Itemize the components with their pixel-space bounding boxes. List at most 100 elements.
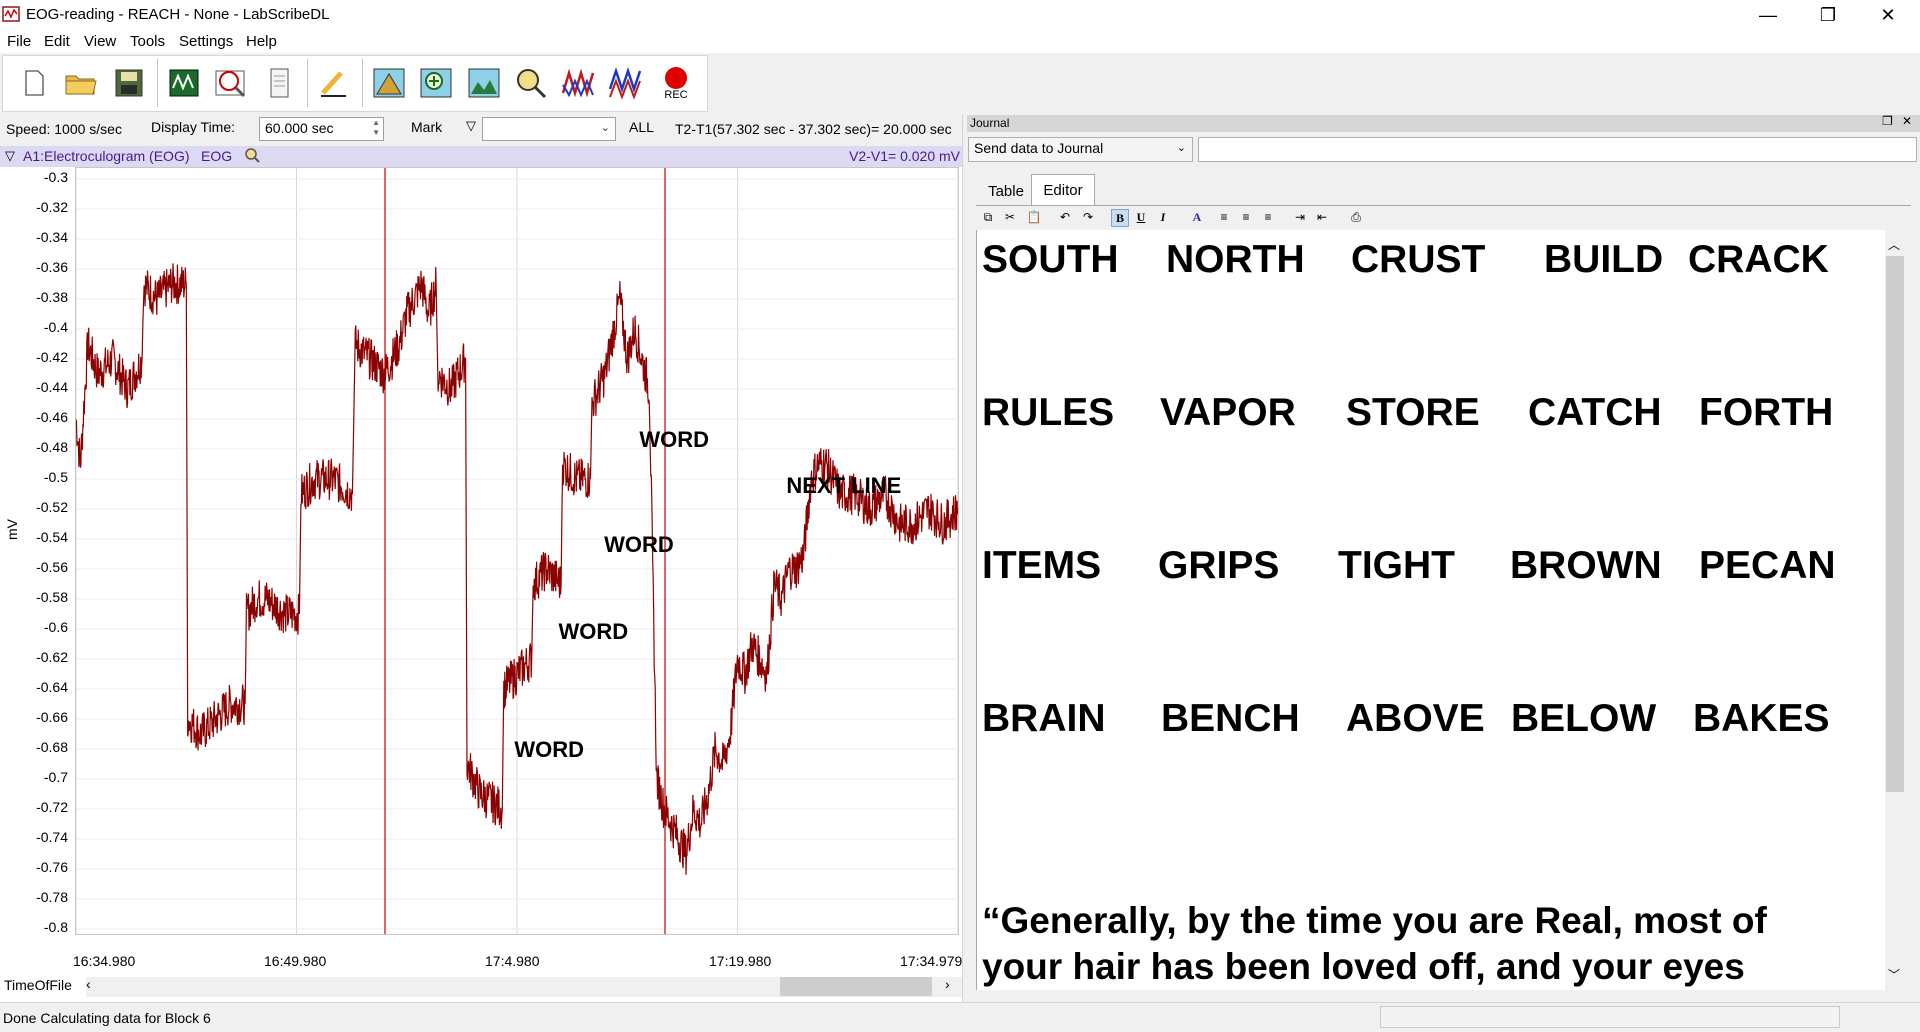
journal-word: TIGHT xyxy=(1338,544,1455,587)
landscape-icon[interactable] xyxy=(465,64,503,102)
menu-file[interactable]: File xyxy=(7,33,31,50)
journal-word: BENCH xyxy=(1161,697,1300,740)
scroll-left-icon[interactable]: ‹ xyxy=(86,976,91,992)
menu-bar xyxy=(0,30,1920,53)
y-tick-label: -0.38 xyxy=(36,289,68,305)
maximize-button[interactable]: ❐ xyxy=(1798,0,1858,30)
chart-annotation: WORD xyxy=(639,426,709,452)
minimize-button[interactable]: — xyxy=(1738,0,1798,30)
display-time-input[interactable]: 60.000 sec ▲ ▼ xyxy=(259,117,384,141)
vertical-scroll-thumb[interactable] xyxy=(1886,256,1904,792)
close-button[interactable]: ✕ xyxy=(1858,0,1918,30)
channel-collapse-icon[interactable]: ▽ xyxy=(5,148,15,164)
scroll-right-icon[interactable]: › xyxy=(945,976,950,992)
scroll-down-icon[interactable]: ﹀ xyxy=(1888,966,1900,983)
y-tick-label: -0.76 xyxy=(36,859,68,875)
undo-icon[interactable]: ↶ xyxy=(1057,209,1073,225)
send-data-select[interactable]: Send data to Journal ⌄ xyxy=(968,137,1193,162)
record-button[interactable]: REC xyxy=(657,64,695,102)
horizontal-scroll-thumb[interactable] xyxy=(780,977,932,996)
journal-word: GRIPS xyxy=(1158,544,1280,587)
x-tick-label: 17:4.980 xyxy=(485,953,540,969)
outdent-icon[interactable]: ⇤ xyxy=(1314,209,1330,225)
align-right-icon[interactable]: ≡ xyxy=(1260,209,1276,225)
main-window-icon[interactable] xyxy=(165,64,203,102)
font-color-button[interactable]: A xyxy=(1189,209,1205,225)
y-tick-label: -0.78 xyxy=(36,889,68,905)
print-icon[interactable]: ⎙ xyxy=(1348,209,1364,225)
zoom-add-icon[interactable] xyxy=(417,64,455,102)
channel-name: A1:Electroculogram (EOG) xyxy=(23,148,190,164)
journal-word: CRACK xyxy=(1688,238,1829,281)
mark-select[interactable]: ⌄ xyxy=(482,117,616,141)
bold-button[interactable]: B xyxy=(1111,209,1129,227)
underline-button[interactable]: U xyxy=(1133,209,1149,225)
y-tick-label: -0.8 xyxy=(43,919,68,935)
journal-title-bar xyxy=(967,115,1920,132)
chart-annotation: WORD xyxy=(514,737,585,762)
y-tick-label: -0.62 xyxy=(36,649,68,665)
all-button[interactable]: ALL xyxy=(629,119,654,135)
app-icon xyxy=(2,5,20,23)
y-tick-label: -0.72 xyxy=(36,799,68,815)
analysis-icon[interactable] xyxy=(212,64,250,102)
open-folder-icon[interactable] xyxy=(62,64,100,102)
speed-label: Speed: 1000 s/sec xyxy=(6,121,122,137)
y-tick-label: -0.3 xyxy=(43,169,68,185)
journal-word: VAPOR xyxy=(1160,391,1296,434)
spinner-icon[interactable]: ▲ ▼ xyxy=(372,118,380,138)
waveform-icon[interactable] xyxy=(560,64,598,102)
y-tick-label: -0.64 xyxy=(36,679,68,695)
tab-table[interactable]: Table xyxy=(977,177,1035,205)
tab-editor[interactable]: Editor xyxy=(1031,174,1095,206)
y-tick-label: -0.66 xyxy=(36,709,68,725)
mark-filter-icon[interactable]: ▽ xyxy=(466,118,476,134)
journal-word: BROWN xyxy=(1510,544,1662,587)
journal-word: ITEMS xyxy=(982,544,1102,587)
paste-icon[interactable]: 📋 xyxy=(1026,209,1042,225)
status-pane xyxy=(1380,1006,1840,1028)
menu-settings[interactable]: Settings xyxy=(179,33,233,50)
journal-restore-icon[interactable]: ❐ xyxy=(1882,114,1893,128)
menu-help[interactable]: Help xyxy=(246,33,277,50)
journal-word: BUILD xyxy=(1544,238,1664,281)
x-tick-label: 16:34.980 xyxy=(73,953,136,969)
align-left-icon[interactable]: ≡ xyxy=(1216,209,1232,225)
journal-word: CRUST xyxy=(1351,238,1486,281)
mark-label: Mark xyxy=(411,119,443,135)
y-tick-label: -0.68 xyxy=(36,739,68,755)
journal-editor[interactable] xyxy=(976,230,1885,990)
journal-icon[interactable] xyxy=(260,64,298,102)
y-tick-label: -0.42 xyxy=(36,349,68,365)
waveform-double-icon[interactable] xyxy=(607,64,645,102)
y-tick-label: -0.74 xyxy=(36,829,68,845)
y-tick-label: -0.32 xyxy=(36,199,68,215)
mountain-icon[interactable] xyxy=(370,64,408,102)
channel-zoom-icon[interactable] xyxy=(244,147,260,167)
menu-edit[interactable]: Edit xyxy=(44,33,70,50)
eog-plot-svg xyxy=(75,168,959,934)
chart-annotation: WORD xyxy=(558,618,629,644)
copy-icon[interactable]: ⧉ xyxy=(980,209,996,225)
record-icon xyxy=(665,66,687,89)
cut-icon[interactable]: ✂ xyxy=(1002,209,1018,225)
eog-plot[interactable] xyxy=(75,167,959,935)
quote-line-2: your hair has been loved off, and your e… xyxy=(982,946,1745,987)
align-center-icon[interactable]: ≡ xyxy=(1238,209,1254,225)
send-data-input[interactable] xyxy=(1198,137,1917,162)
channel-short-name: EOG xyxy=(201,148,233,164)
new-file-icon[interactable] xyxy=(15,64,53,102)
redo-icon[interactable]: ↷ xyxy=(1080,209,1096,225)
journal-title: Journal xyxy=(970,116,1010,130)
menu-tools[interactable]: Tools xyxy=(130,33,165,50)
menu-view[interactable]: View xyxy=(84,33,116,50)
indent-icon[interactable]: ⇥ xyxy=(1292,209,1308,225)
y-tick-label: -0.46 xyxy=(36,409,68,425)
marker-pen-icon[interactable] xyxy=(314,64,352,102)
scroll-up-icon[interactable]: ︿ xyxy=(1888,236,1900,253)
save-icon[interactable] xyxy=(110,64,148,102)
journal-close-icon[interactable]: ✕ xyxy=(1902,114,1912,128)
find-icon[interactable] xyxy=(512,64,550,102)
italic-button[interactable]: I xyxy=(1155,209,1171,225)
journal-word: RULES xyxy=(982,391,1115,434)
